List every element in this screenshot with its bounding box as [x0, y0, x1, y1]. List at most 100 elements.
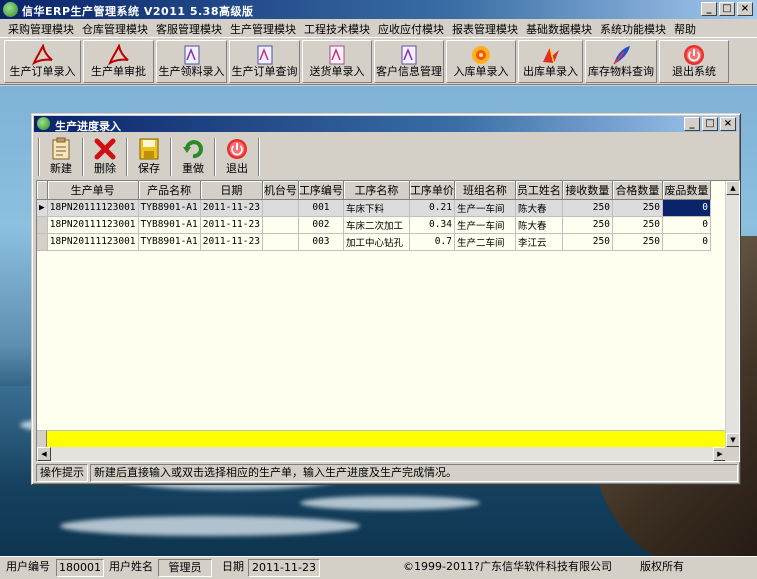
button-label: 退出 — [226, 162, 248, 175]
menu-purchase[interactable]: 采购管理模块 — [4, 19, 78, 37]
column-header[interactable]: 班组名称 — [454, 181, 516, 200]
child-minimize-button[interactable]: _ — [684, 117, 700, 131]
table-row[interactable]: ▶ 18PN20111123001 TYB8901-A1 2011-11-23 … — [37, 199, 711, 217]
column-header[interactable]: 产品名称 — [138, 181, 201, 200]
column-header[interactable]: 员工姓名 — [515, 181, 563, 200]
vertical-scrollbar[interactable]: ▲ ▼ — [725, 181, 739, 447]
menu-receivable-payable[interactable]: 应收应付模块 — [374, 19, 448, 37]
hint-bar: 操作提示 新建后直接输入或双击选择相应的生产单，输入生产进度及生产完成情况。 — [36, 464, 738, 482]
toolbar-label: 生产单审批 — [91, 65, 146, 78]
scroll-up-icon[interactable]: ▲ — [726, 181, 739, 195]
active-cell[interactable]: 0 — [662, 199, 711, 217]
table-header-row: 生产单号 产品名称 日期 机台号 工序编号 工序名称 工序单价 班组名称 员工姓… — [37, 181, 711, 200]
menu-warehouse[interactable]: 仓库管理模块 — [78, 19, 152, 37]
column-header[interactable]: 接收数量 — [562, 181, 613, 200]
column-header[interactable]: 日期 — [200, 181, 263, 200]
scroll-down-icon[interactable]: ▼ — [726, 433, 739, 447]
production-order-approval-button[interactable]: 生产单审批 — [83, 40, 154, 83]
table-row[interactable]: 18PN20111123001 TYB8901-A1 2011-11-23 00… — [37, 233, 711, 251]
close-button[interactable]: × — [737, 2, 753, 16]
status-bar: 用户编号 180001 用户姓名 管理员 日期 2011-11-23 ©1999… — [0, 556, 757, 579]
hint-text: 新建后直接输入或双击选择相应的生产单，输入生产进度及生产完成情况。 — [90, 464, 738, 482]
toolbar-label: 退出系统 — [672, 65, 716, 78]
child-window-controls: _ □ × — [684, 117, 736, 131]
production-progress-window: 生产进度录入 _ □ × 新建 删除 保存 重做 退出 生产单号 产品名称 日期… — [31, 113, 741, 485]
menu-help[interactable]: 帮助 — [670, 19, 700, 37]
child-title-bar: 生产进度录入 _ □ × — [34, 116, 738, 133]
stock-out-entry-button[interactable]: 出库单录入 — [518, 40, 583, 83]
app-title-bar: 信华ERP生产管理系统 V2011 5.38高级版 _ □ × — [0, 0, 757, 19]
date-value: 2011-11-23 — [248, 559, 320, 577]
hint-label: 操作提示 — [36, 464, 88, 482]
save-floppy-icon — [139, 138, 159, 160]
production-order-query-button[interactable]: 生产订单查询 — [229, 40, 300, 83]
table-row[interactable]: 18PN20111123001 TYB8901-A1 2011-11-23 00… — [37, 216, 711, 234]
app-logo-icon — [3, 2, 18, 17]
toolbar-label: 出库单录入 — [523, 65, 578, 78]
button-label: 重做 — [182, 162, 204, 175]
main-toolbar: 生产订单录入 生产单审批 生产领料录入 生产订单查询 送货单录入 客户信息管理 … — [0, 37, 757, 85]
child-maximize-button[interactable]: □ — [702, 117, 718, 131]
progress-table: 生产单号 产品名称 日期 机台号 工序编号 工序名称 工序单价 班组名称 员工姓… — [37, 181, 711, 251]
customer-info-management-button[interactable]: 客户信息管理 — [374, 40, 444, 83]
menu-basic-data[interactable]: 基础数据模块 — [522, 19, 596, 37]
toolbar-label: 生产订单查询 — [231, 65, 298, 78]
toolbar-label: 生产领料录入 — [158, 65, 225, 78]
redo-icon — [183, 140, 203, 159]
exit-system-button[interactable]: 退出系统 — [659, 40, 729, 83]
user-id-value: 180001 — [56, 559, 104, 577]
column-header[interactable]: 工序单价 — [409, 181, 455, 200]
new-document-icon — [52, 137, 70, 160]
column-header[interactable]: 合格数量 — [612, 181, 663, 200]
column-header[interactable]: 生产单号 — [47, 181, 139, 200]
copyright-text: ©1999-2011? — [403, 560, 480, 573]
column-header[interactable]: 废品数量 — [662, 181, 711, 200]
stock-in-entry-button[interactable]: 入库单录入 — [446, 40, 516, 83]
toolbar-label: 库存物料查询 — [588, 65, 654, 78]
column-header[interactable]: 工序名称 — [343, 181, 410, 200]
column-header[interactable]: 机台号 — [262, 181, 299, 200]
toolbar-label: 客户信息管理 — [376, 65, 442, 78]
app-title: 信华ERP生产管理系统 V2011 5.38高级版 — [22, 5, 254, 18]
maximize-button[interactable]: □ — [719, 2, 735, 16]
menu-customer-service[interactable]: 客服管理模块 — [152, 19, 226, 37]
user-name-label: 用户姓名 — [109, 560, 153, 573]
child-window-title: 生产进度录入 — [55, 120, 121, 133]
scroll-left-icon[interactable]: ◀ — [37, 447, 51, 461]
menu-system[interactable]: 系统功能模块 — [596, 19, 670, 37]
button-label: 保存 — [138, 162, 160, 175]
child-toolbar: 新建 删除 保存 重做 退出 — [36, 134, 736, 179]
menu-engineering[interactable]: 工程技术模块 — [300, 19, 374, 37]
toolbar-label: 生产订单录入 — [9, 65, 76, 78]
user-name-value: 管理员 — [158, 559, 212, 577]
window-controls: _ □ × — [701, 2, 753, 16]
button-label: 删除 — [94, 162, 116, 175]
user-id-label: 用户编号 — [6, 560, 50, 573]
save-button[interactable]: 保存 — [129, 136, 169, 178]
exit-icon — [227, 139, 247, 159]
child-close-button[interactable]: × — [720, 117, 736, 131]
toolbar-label: 入库单录入 — [453, 65, 509, 78]
progress-data-grid[interactable]: 生产单号 产品名称 日期 机台号 工序编号 工序名称 工序单价 班组名称 员工姓… — [36, 180, 740, 462]
material-requisition-entry-button[interactable]: 生产领料录入 — [156, 40, 227, 83]
delivery-note-entry-button[interactable]: 送货单录入 — [302, 40, 372, 83]
new-button[interactable]: 新建 — [41, 136, 81, 178]
menu-production[interactable]: 生产管理模块 — [226, 19, 300, 37]
window-logo-icon — [37, 117, 50, 130]
menu-reports[interactable]: 报表管理模块 — [448, 19, 522, 37]
column-header[interactable]: 工序编号 — [298, 181, 344, 200]
rights-text: 版权所有 — [640, 560, 684, 573]
minimize-button[interactable]: _ — [701, 2, 717, 16]
inventory-query-button[interactable]: 库存物料查询 — [585, 40, 657, 83]
production-order-entry-button[interactable]: 生产订单录入 — [4, 40, 81, 83]
menu-bar: 采购管理模块 仓库管理模块 客服管理模块 生产管理模块 工程技术模块 应收应付模… — [0, 19, 757, 37]
button-label: 新建 — [50, 162, 72, 175]
company-name: 广东信华软件科技有限公司 — [480, 560, 612, 573]
exit-button[interactable]: 退出 — [217, 136, 257, 178]
delete-button[interactable]: 删除 — [85, 136, 125, 178]
current-row-indicator-icon: ▶ — [37, 199, 48, 217]
redo-button[interactable]: 重做 — [173, 136, 213, 178]
totals-row — [37, 430, 727, 447]
horizontal-scrollbar[interactable]: ◀ ▶ — [37, 447, 727, 461]
toolbar-label: 送货单录入 — [309, 65, 365, 78]
